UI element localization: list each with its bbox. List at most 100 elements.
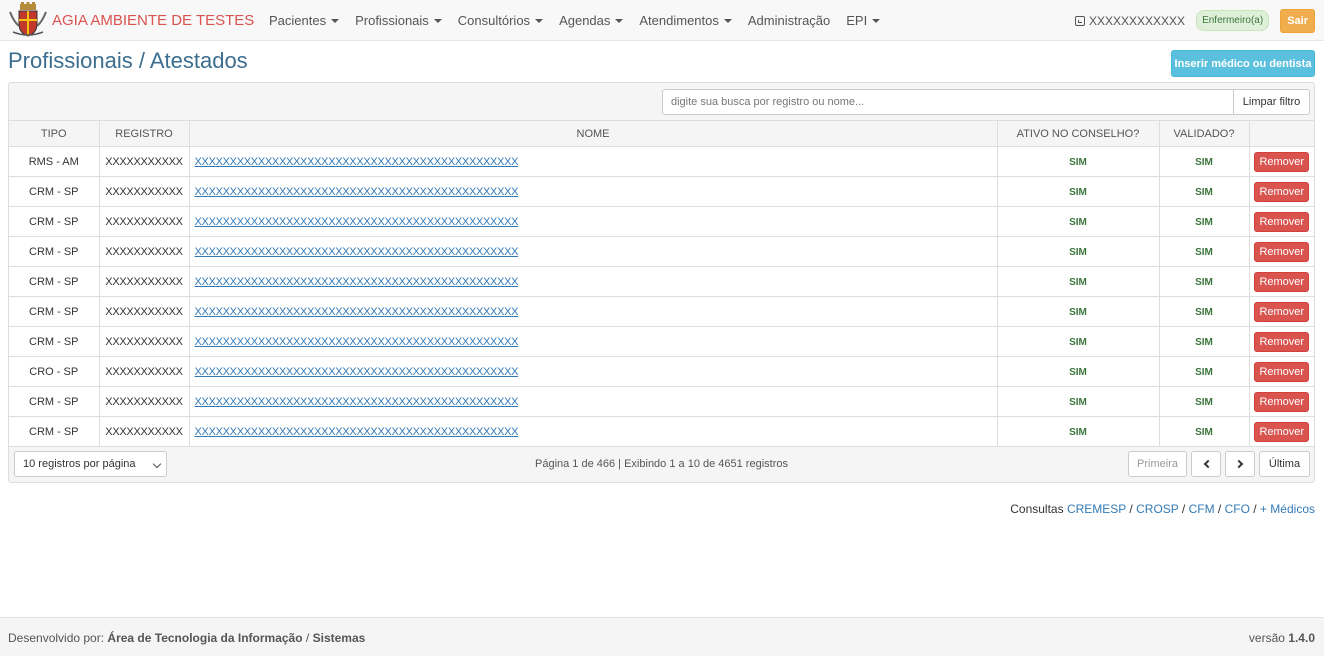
- professional-name-link[interactable]: XXXXXXXXXXXXXXXXXXXXXXXXXXXXXXXXXXXXXXXX…: [195, 246, 519, 258]
- remove-button[interactable]: Remover: [1254, 361, 1310, 382]
- caret-down-icon: [872, 18, 881, 23]
- professional-name-link[interactable]: XXXXXXXXXXXXXXXXXXXXXXXXXXXXXXXXXXXXXXXX…: [195, 366, 519, 378]
- validado-status: SIM: [1195, 156, 1213, 168]
- brand[interactable]: AGIA AMBIENTE DE TESTES: [8, 2, 254, 38]
- remove-button[interactable]: Remover: [1254, 331, 1310, 352]
- professional-name-link[interactable]: XXXXXXXXXXXXXXXXXXXXXXXXXXXXXXXXXXXXXXXX…: [195, 396, 519, 408]
- cell-tipo: CRM - SP: [9, 416, 100, 447]
- cell-registro: XXXXXXXXXXX: [98, 386, 190, 417]
- menu-consultorios[interactable]: Consultórios: [450, 0, 551, 41]
- professional-name-link[interactable]: XXXXXXXXXXXXXXXXXXXXXXXXXXXXXXXXXXXXXXXX…: [195, 156, 519, 168]
- cell-actions: Remover: [1248, 146, 1314, 177]
- prev-page-button[interactable]: [1191, 451, 1221, 477]
- cell-registro: XXXXXXXXXXX: [98, 416, 190, 447]
- professional-name-link[interactable]: XXXXXXXXXXXXXXXXXXXXXXXXXXXXXXXXXXXXXXXX…: [195, 336, 519, 348]
- cell-registro: XXXXXXXXXXX: [98, 356, 190, 387]
- footer-prefix: Desenvolvido por:: [8, 631, 105, 645]
- col-header-nome[interactable]: NOME: [188, 120, 998, 147]
- registro-text: XXXXXXXXXXX: [105, 245, 183, 258]
- insert-professional-button[interactable]: Inserir médico ou dentista: [1171, 50, 1315, 77]
- menu-label: Consultórios: [457, 13, 531, 28]
- table-row: CRM - SP XXXXXXXXXXX XXXXXXXXXXXXXXXXXXXXX…: [9, 266, 1314, 297]
- menu-epi[interactable]: EPI: [838, 0, 888, 41]
- cell-validado: SIM: [1158, 356, 1250, 387]
- col-header-ativo[interactable]: ATIVO NO CONSELHO?: [996, 120, 1160, 147]
- search-input[interactable]: [662, 89, 1234, 115]
- professional-name-link[interactable]: XXXXXXXXXXXXXXXXXXXXXXXXXXXXXXXXXXXXXXXX…: [195, 276, 519, 288]
- footer-version: versão 1.4.0: [1249, 631, 1315, 645]
- next-page-button[interactable]: [1225, 451, 1255, 477]
- cell-registro: XXXXXXXXXXX: [98, 236, 190, 267]
- validado-status: SIM: [1195, 426, 1213, 438]
- cell-nome: XXXXXXXXXXXXXXXXXXXXXXXXXXXXXXXXXXXXXXXX…: [188, 296, 998, 327]
- menu-label: Administração: [747, 13, 831, 28]
- clear-filter-button[interactable]: Limpar filtro: [1234, 89, 1310, 115]
- validado-status: SIM: [1195, 396, 1213, 408]
- validado-status: SIM: [1195, 276, 1213, 288]
- validado-status: SIM: [1195, 186, 1213, 198]
- cell-ativo: SIM: [996, 176, 1160, 207]
- remove-button[interactable]: Remover: [1254, 241, 1310, 262]
- ativo-status: SIM: [1069, 366, 1087, 378]
- menu-profissionais[interactable]: Profissionais: [347, 0, 450, 41]
- col-header-tipo[interactable]: TIPO: [9, 120, 100, 147]
- cell-registro: XXXXXXXXXXX: [98, 206, 190, 237]
- col-header-actions: [1248, 120, 1314, 147]
- link-crosp[interactable]: CROSP: [1136, 502, 1178, 516]
- col-header-validado[interactable]: VALIDADO?: [1158, 120, 1250, 147]
- professional-name-link[interactable]: XXXXXXXXXXXXXXXXXXXXXXXXXXXXXXXXXXXXXXXX…: [195, 306, 519, 318]
- user-area: XXXXXXXXXXXX Enfermeiro(a) Sair: [1075, 0, 1315, 41]
- version-label: versão: [1248, 631, 1285, 645]
- remove-button[interactable]: Remover: [1254, 421, 1310, 442]
- cell-validado: SIM: [1158, 386, 1250, 417]
- remove-button[interactable]: Remover: [1254, 211, 1310, 232]
- cell-nome: XXXXXXXXXXXXXXXXXXXXXXXXXXXXXXXXXXXXXXXX…: [188, 326, 998, 357]
- link-cfo[interactable]: CFO: [1225, 502, 1250, 516]
- registro-text: XXXXXXXXXXX: [105, 215, 183, 228]
- cell-validado: SIM: [1158, 266, 1250, 297]
- ativo-status: SIM: [1069, 396, 1087, 408]
- table-row: CRM - SP XXXXXXXXXXX XXXXXXXXXXXXXXXXXXXXX…: [9, 386, 1314, 417]
- cell-validado: SIM: [1158, 176, 1250, 207]
- professional-name-link[interactable]: XXXXXXXXXXXXXXXXXXXXXXXXXXXXXXXXXXXXXXXX…: [195, 426, 519, 438]
- table-row: CRM - SP XXXXXXXXXXX XXXXXXXXXXXXXXXXXXXXX…: [9, 416, 1314, 447]
- last-page-button[interactable]: Última: [1259, 451, 1310, 477]
- user-name[interactable]: XXXXXXXXXXXX: [1089, 14, 1185, 28]
- remove-button[interactable]: Remover: [1254, 151, 1310, 172]
- registro-text: XXXXXXXXXXX: [105, 185, 183, 198]
- main-menu: Pacientes Profissionais Consultórios Age…: [261, 0, 888, 41]
- caret-down-icon: [433, 18, 442, 23]
- link-cremesp[interactable]: CREMESP: [1067, 502, 1126, 516]
- cell-tipo: CRM - SP: [9, 386, 100, 417]
- professional-name-link[interactable]: XXXXXXXXXXXXXXXXXXXXXXXXXXXXXXXXXXXXXXXX…: [195, 186, 519, 198]
- remove-button[interactable]: Remover: [1254, 271, 1310, 292]
- cell-nome: XXXXXXXXXXXXXXXXXXXXXXXXXXXXXXXXXXXXXXXX…: [188, 266, 998, 297]
- caret-down-icon: [615, 18, 624, 23]
- cell-validado: SIM: [1158, 326, 1250, 357]
- ativo-status: SIM: [1069, 216, 1087, 228]
- menu-administracao[interactable]: Administração: [740, 0, 838, 41]
- page-title: Profissionais / Atestados: [8, 48, 248, 73]
- ativo-status: SIM: [1069, 306, 1087, 318]
- menu-pacientes[interactable]: Pacientes: [261, 0, 347, 41]
- version-number: 1.4.0: [1288, 631, 1315, 645]
- caret-down-icon: [535, 18, 544, 23]
- remove-button[interactable]: Remover: [1254, 301, 1310, 322]
- first-page-button[interactable]: Primeira: [1128, 451, 1187, 477]
- remove-button[interactable]: Remover: [1254, 181, 1310, 202]
- col-header-registro[interactable]: REGISTRO: [98, 120, 190, 147]
- menu-label: Agendas: [559, 13, 611, 28]
- link-cfm[interactable]: CFM: [1189, 502, 1215, 516]
- logout-button[interactable]: Sair: [1280, 8, 1315, 33]
- remove-button[interactable]: Remover: [1254, 391, 1310, 412]
- menu-agendas[interactable]: Agendas: [551, 0, 631, 41]
- validado-status: SIM: [1195, 216, 1213, 228]
- table-row: CRM - SP XXXXXXXXXXX XXXXXXXXXXXXXXXXXXXXX…: [9, 206, 1314, 237]
- cell-actions: Remover: [1248, 326, 1314, 357]
- menu-atendimentos[interactable]: Atendimentos: [631, 0, 740, 41]
- cell-ativo: SIM: [996, 266, 1160, 297]
- role-badge: Enfermeiro(a): [1196, 10, 1270, 31]
- professional-name-link[interactable]: XXXXXXXXXXXXXXXXXXXXXXXXXXXXXXXXXXXXXXXX…: [195, 216, 519, 228]
- link-mais-medicos[interactable]: + Médicos: [1260, 502, 1315, 516]
- cell-nome: XXXXXXXXXXXXXXXXXXXXXXXXXXXXXXXXXXXXXXXX…: [188, 206, 998, 237]
